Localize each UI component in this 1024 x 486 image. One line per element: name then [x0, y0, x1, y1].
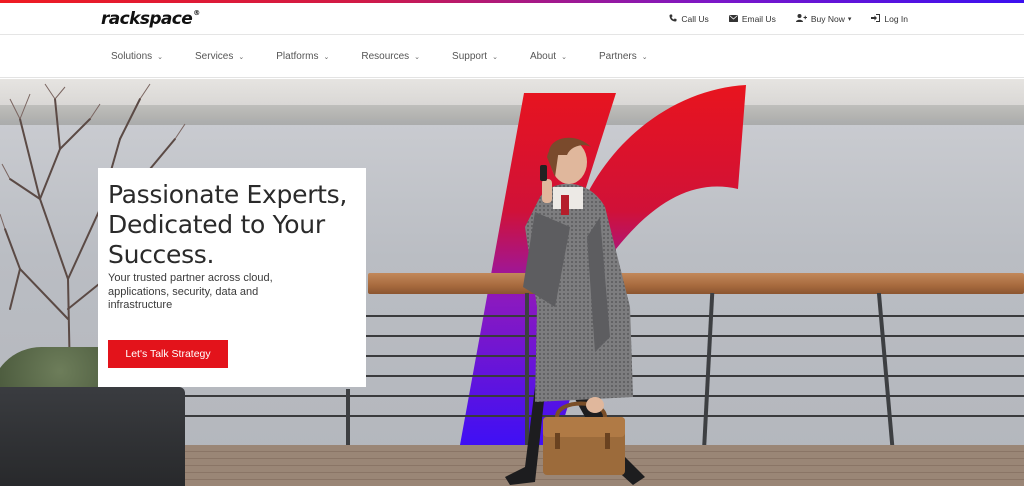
nav-label: Partners	[598, 51, 637, 62]
chevron-down-icon: ⌄	[561, 53, 567, 61]
nav-label: Platforms	[276, 51, 319, 62]
chevron-down-icon: ⌄	[157, 53, 164, 61]
lets-talk-strategy-button[interactable]: Let's Talk Strategy	[108, 340, 228, 368]
nav-label: Resources	[361, 51, 410, 62]
railing-handrail	[368, 273, 1024, 294]
buy-now-dropdown[interactable]: Buy Now ▾	[795, 14, 852, 24]
nav-label: Solutions	[111, 51, 153, 62]
log-in-link[interactable]: Log In	[871, 14, 908, 24]
chevron-down-icon: ⌄	[492, 53, 498, 61]
chevron-down-icon: ⌄	[238, 53, 245, 61]
nav-item-resources[interactable]: Resources ⌄	[361, 51, 420, 62]
buy-now-label: Buy Now	[810, 14, 845, 24]
hero-title: Passionate Experts, Dedicated to Your Su…	[108, 180, 348, 269]
email-us-label: Email Us	[741, 14, 776, 24]
hero-subtitle: Your trusted partner across cloud, appli…	[108, 272, 273, 311]
phone-icon	[669, 14, 677, 24]
hero-banner: Passionate Experts, Dedicated to Your Su…	[0, 79, 1024, 486]
hero-content-card: Passionate Experts, Dedicated to Your Su…	[98, 168, 366, 387]
businessman-walking-image	[505, 137, 645, 485]
envelope-icon	[728, 14, 738, 24]
email-us-link[interactable]: Email Us	[728, 14, 776, 24]
nav-item-platforms[interactable]: Platforms ⌄	[276, 51, 329, 62]
call-us-label: Call Us	[681, 14, 709, 24]
top-header: rackspace® Call Us Email Us Buy Now ▾ Lo…	[0, 3, 1024, 35]
registered-mark: ®	[193, 9, 200, 17]
nav-item-solutions[interactable]: Solutions ⌄	[111, 51, 163, 62]
log-in-label: Log In	[884, 14, 908, 24]
nav-item-about[interactable]: About ⌄	[530, 51, 567, 62]
nav-item-support[interactable]: Support ⌄	[452, 51, 498, 62]
chevron-down-icon: ⌄	[641, 53, 648, 61]
call-us-link[interactable]: Call Us	[669, 14, 709, 24]
sign-in-icon	[871, 14, 881, 24]
nav-item-services[interactable]: Services ⌄	[195, 51, 244, 62]
chevron-down-icon: ⌄	[323, 53, 330, 61]
main-nav: Solutions ⌄ Services ⌄ Platforms ⌄ Resou…	[0, 36, 1024, 78]
nav-label: Services	[195, 51, 234, 62]
nav-item-partners[interactable]: Partners ⌄	[599, 51, 648, 62]
chevron-down-icon: ⌄	[414, 53, 421, 61]
nav-label: About	[529, 51, 557, 62]
rackspace-logo[interactable]: rackspace®	[101, 9, 200, 29]
user-plus-icon	[795, 14, 807, 24]
nav-label: Support	[452, 51, 488, 62]
utility-nav: Call Us Email Us Buy Now ▾ Log In	[669, 3, 908, 35]
caret-down-icon: ▾	[847, 16, 852, 23]
logo-text: rackspace	[101, 9, 193, 29]
planter-pot	[0, 387, 185, 486]
